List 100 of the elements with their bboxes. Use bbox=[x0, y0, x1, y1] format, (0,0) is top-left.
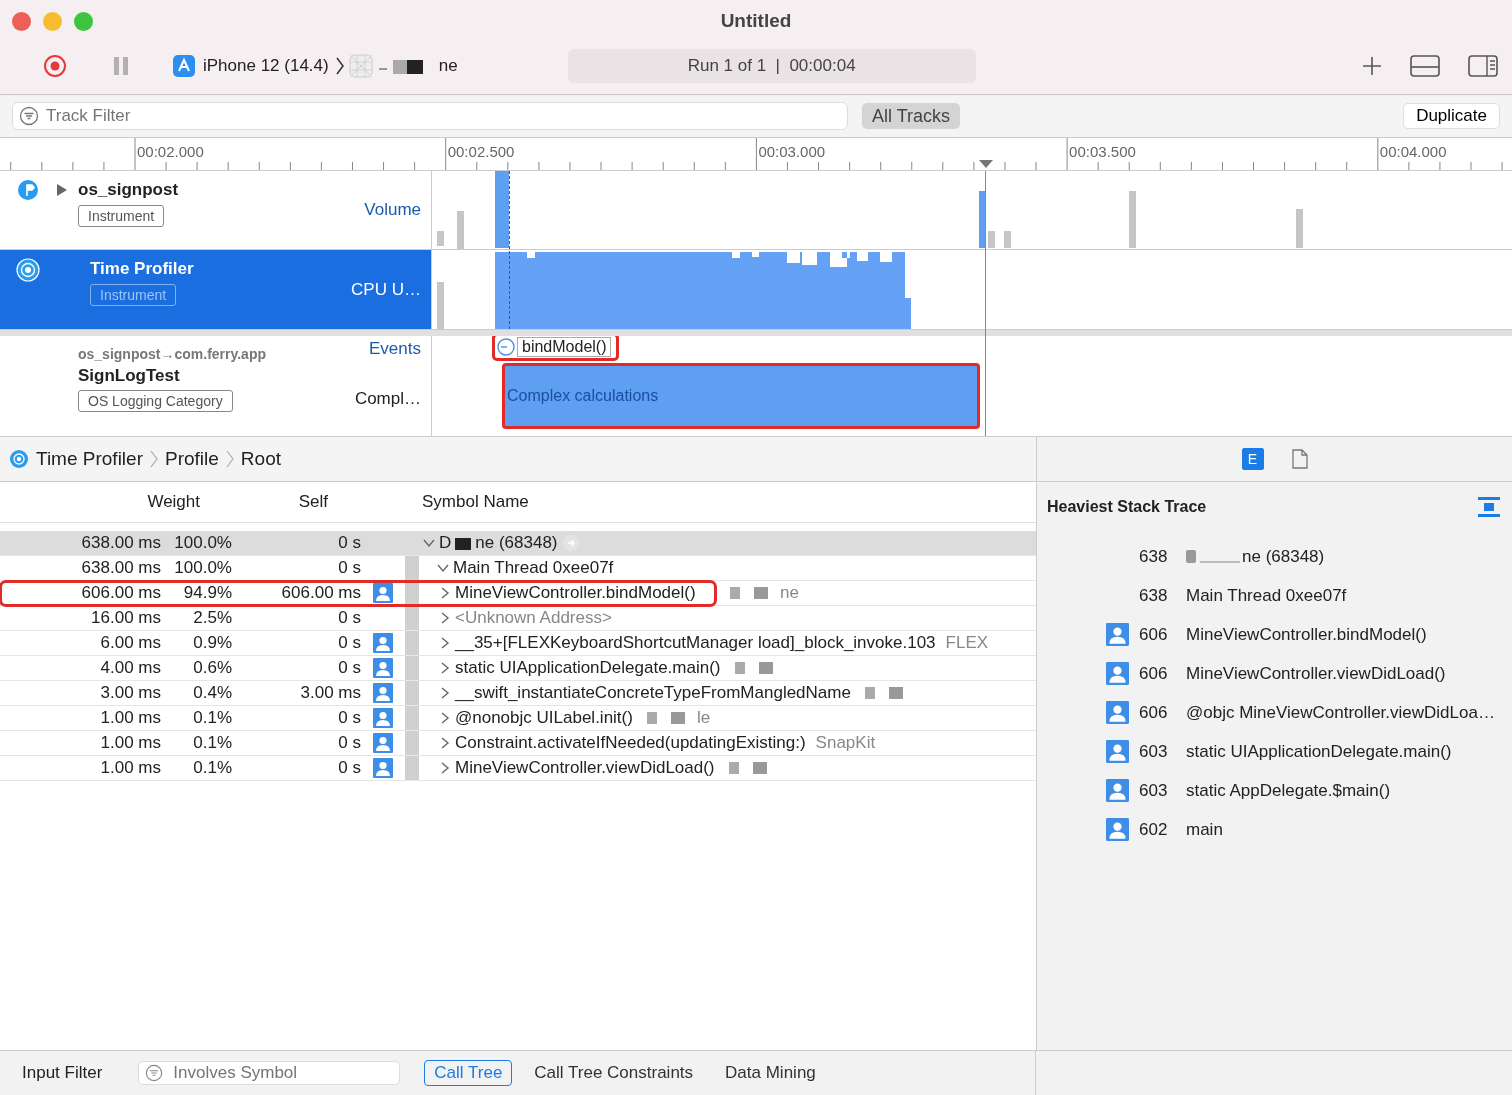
symbol-text: @nonobjc UILabel.init() bbox=[455, 708, 633, 728]
all-tracks-button[interactable]: All Tracks bbox=[862, 103, 960, 129]
percent-cell-text: 100.0% bbox=[173, 558, 232, 578]
user-icon bbox=[1106, 779, 1129, 802]
disclosure-icon[interactable] bbox=[439, 737, 451, 749]
breadcrumb-item[interactable]: Profile bbox=[165, 448, 219, 470]
frame-symbol[interactable]: MineViewController.viewDidLoad() bbox=[1186, 663, 1446, 684]
lane-label: Volume bbox=[364, 200, 421, 220]
self-cell-text: 3.00 ms bbox=[299, 683, 361, 703]
redaction-mark bbox=[646, 711, 687, 725]
view-tab[interactable]: Call Tree bbox=[424, 1060, 513, 1086]
track-filter-field[interactable]: Track Filter bbox=[12, 102, 848, 130]
frame-symbol[interactable]: static UIApplicationDelegate.main() bbox=[1186, 741, 1452, 762]
percent-cell-text: 0.6% bbox=[192, 658, 232, 678]
redaction-mark bbox=[728, 761, 769, 775]
frame-symbol[interactable]: main bbox=[1186, 819, 1223, 840]
weight-cell-text: 16.00 ms bbox=[90, 608, 161, 628]
playhead-marker[interactable] bbox=[979, 160, 993, 168]
user-icon bbox=[1106, 818, 1129, 841]
frame-symbol[interactable]: MineViewController.bindModel() bbox=[1186, 624, 1427, 645]
symbol-filter-field[interactable]: Involves Symbol bbox=[138, 1061, 401, 1085]
redaction-mark bbox=[730, 586, 770, 600]
disclosure-icon[interactable] bbox=[56, 183, 68, 197]
user-icon bbox=[1106, 662, 1129, 685]
profiler-icon bbox=[9, 449, 29, 469]
run-status: Run 1 of 1 | 00:00:04 bbox=[567, 49, 976, 83]
lane-label: CPU U… bbox=[351, 279, 421, 300]
disclosure-icon[interactable] bbox=[439, 687, 451, 699]
weight-cell-text: 6.00 ms bbox=[99, 633, 161, 653]
library-text: SnapKit bbox=[815, 733, 876, 753]
collapse-icon[interactable] bbox=[1478, 497, 1500, 517]
device-selector[interactable]: iPhone 12 (14.4) bbox=[203, 56, 329, 76]
disclosure-icon[interactable] bbox=[439, 612, 451, 624]
column-header[interactable]: Self bbox=[200, 492, 328, 512]
track-subtitle: os_signpost→com.ferry.app bbox=[78, 346, 266, 362]
window-title: Untitled bbox=[720, 10, 792, 32]
self-cell-text: 0 s bbox=[337, 658, 361, 678]
grid-icon bbox=[348, 54, 373, 78]
track-tag: Instrument bbox=[90, 284, 177, 306]
event-marker[interactable]: bindModel() bbox=[492, 336, 620, 361]
redaction-mark bbox=[455, 536, 472, 550]
disclosure-icon[interactable] bbox=[423, 537, 435, 549]
chevron-icon bbox=[334, 56, 345, 76]
weight-cell-text: 1.00 ms bbox=[99, 708, 161, 728]
self-cell-text: 0 s bbox=[337, 758, 361, 778]
track-header[interactable]: Time Profiler Instrument CPU U… bbox=[0, 250, 432, 329]
user-icon bbox=[1106, 701, 1129, 724]
chevron-icon bbox=[150, 449, 158, 469]
symbol-text: static UIApplicationDelegate.main() bbox=[455, 658, 721, 678]
track-name: os_signpost bbox=[78, 180, 179, 200]
document-icon[interactable] bbox=[1291, 449, 1308, 469]
breadcrumb-item[interactable]: Root bbox=[240, 448, 281, 470]
user-icon bbox=[373, 633, 393, 653]
redaction-mark bbox=[378, 58, 425, 74]
track-tag: OS Logging Category bbox=[78, 390, 233, 412]
view-tab[interactable]: Call Tree Constraints bbox=[524, 1060, 704, 1086]
self-cell-text: 0 s bbox=[337, 533, 361, 553]
extended-detail-tab[interactable]: E bbox=[1241, 448, 1264, 470]
symbol-text: Main Thread 0xee07f bbox=[453, 558, 614, 578]
library-text: ne bbox=[780, 583, 799, 603]
percent-cell-text: 0.4% bbox=[192, 683, 232, 703]
target-selector[interactable]: ne bbox=[438, 56, 458, 76]
breadcrumb-item[interactable]: Time Profiler bbox=[36, 448, 143, 470]
time-label: 00:03.500 bbox=[1069, 143, 1136, 160]
disclosure-icon[interactable] bbox=[439, 712, 451, 724]
time-label: 00:02.000 bbox=[137, 143, 204, 160]
sample-count: 606 bbox=[1139, 702, 1169, 723]
redaction-mark bbox=[864, 686, 905, 700]
percent-cell-text: 0.1% bbox=[192, 708, 232, 728]
disclosure-icon[interactable] bbox=[439, 637, 451, 649]
frame-symbol[interactable]: Main Thread 0xee07f bbox=[1186, 585, 1347, 606]
close-button[interactable] bbox=[12, 11, 31, 31]
weight-cell-text: 606.00 ms bbox=[80, 583, 161, 603]
disclosure-icon[interactable] bbox=[439, 587, 451, 599]
frame-symbol[interactable]: static AppDelegate.$main() bbox=[1186, 780, 1391, 801]
disclosure-icon[interactable] bbox=[437, 562, 449, 574]
time-label: 00:04.000 bbox=[1379, 143, 1447, 160]
track-header[interactable]: os_signpost Instrument Volume bbox=[0, 171, 432, 249]
weight-cell-text: 1.00 ms bbox=[99, 758, 161, 778]
user-icon bbox=[373, 683, 393, 703]
frame-symbol[interactable]: @objc MineViewController.viewDidLoa… bbox=[1186, 702, 1495, 723]
disclosure-icon[interactable] bbox=[439, 662, 451, 674]
sample-count: 638 bbox=[1139, 546, 1169, 567]
column-header[interactable]: Weight bbox=[0, 492, 200, 512]
right-panel-icon[interactable] bbox=[1468, 55, 1498, 77]
column-header[interactable]: Symbol Name bbox=[422, 492, 529, 512]
percent-cell-text: 0.9% bbox=[192, 633, 232, 653]
volume-bar bbox=[437, 231, 444, 246]
record-icon[interactable] bbox=[43, 54, 67, 78]
symbol-text: __swift_instantiateConcreteTypeFromMangledName bbox=[455, 683, 851, 703]
view-tab[interactable]: Data Mining bbox=[715, 1060, 826, 1086]
sample-count: 603 bbox=[1139, 780, 1169, 801]
disclosure-icon[interactable] bbox=[439, 762, 451, 774]
frame-symbol[interactable]: ne (68348) bbox=[1242, 546, 1325, 567]
plus-icon[interactable] bbox=[1362, 56, 1382, 76]
bottom-panel-icon[interactable] bbox=[1410, 55, 1440, 77]
self-cell-text: 0 s bbox=[337, 633, 361, 653]
duplicate-button[interactable]: Duplicate bbox=[1403, 103, 1500, 129]
chevron-icon bbox=[225, 449, 234, 469]
percent-cell-text: 100.0% bbox=[173, 533, 232, 553]
